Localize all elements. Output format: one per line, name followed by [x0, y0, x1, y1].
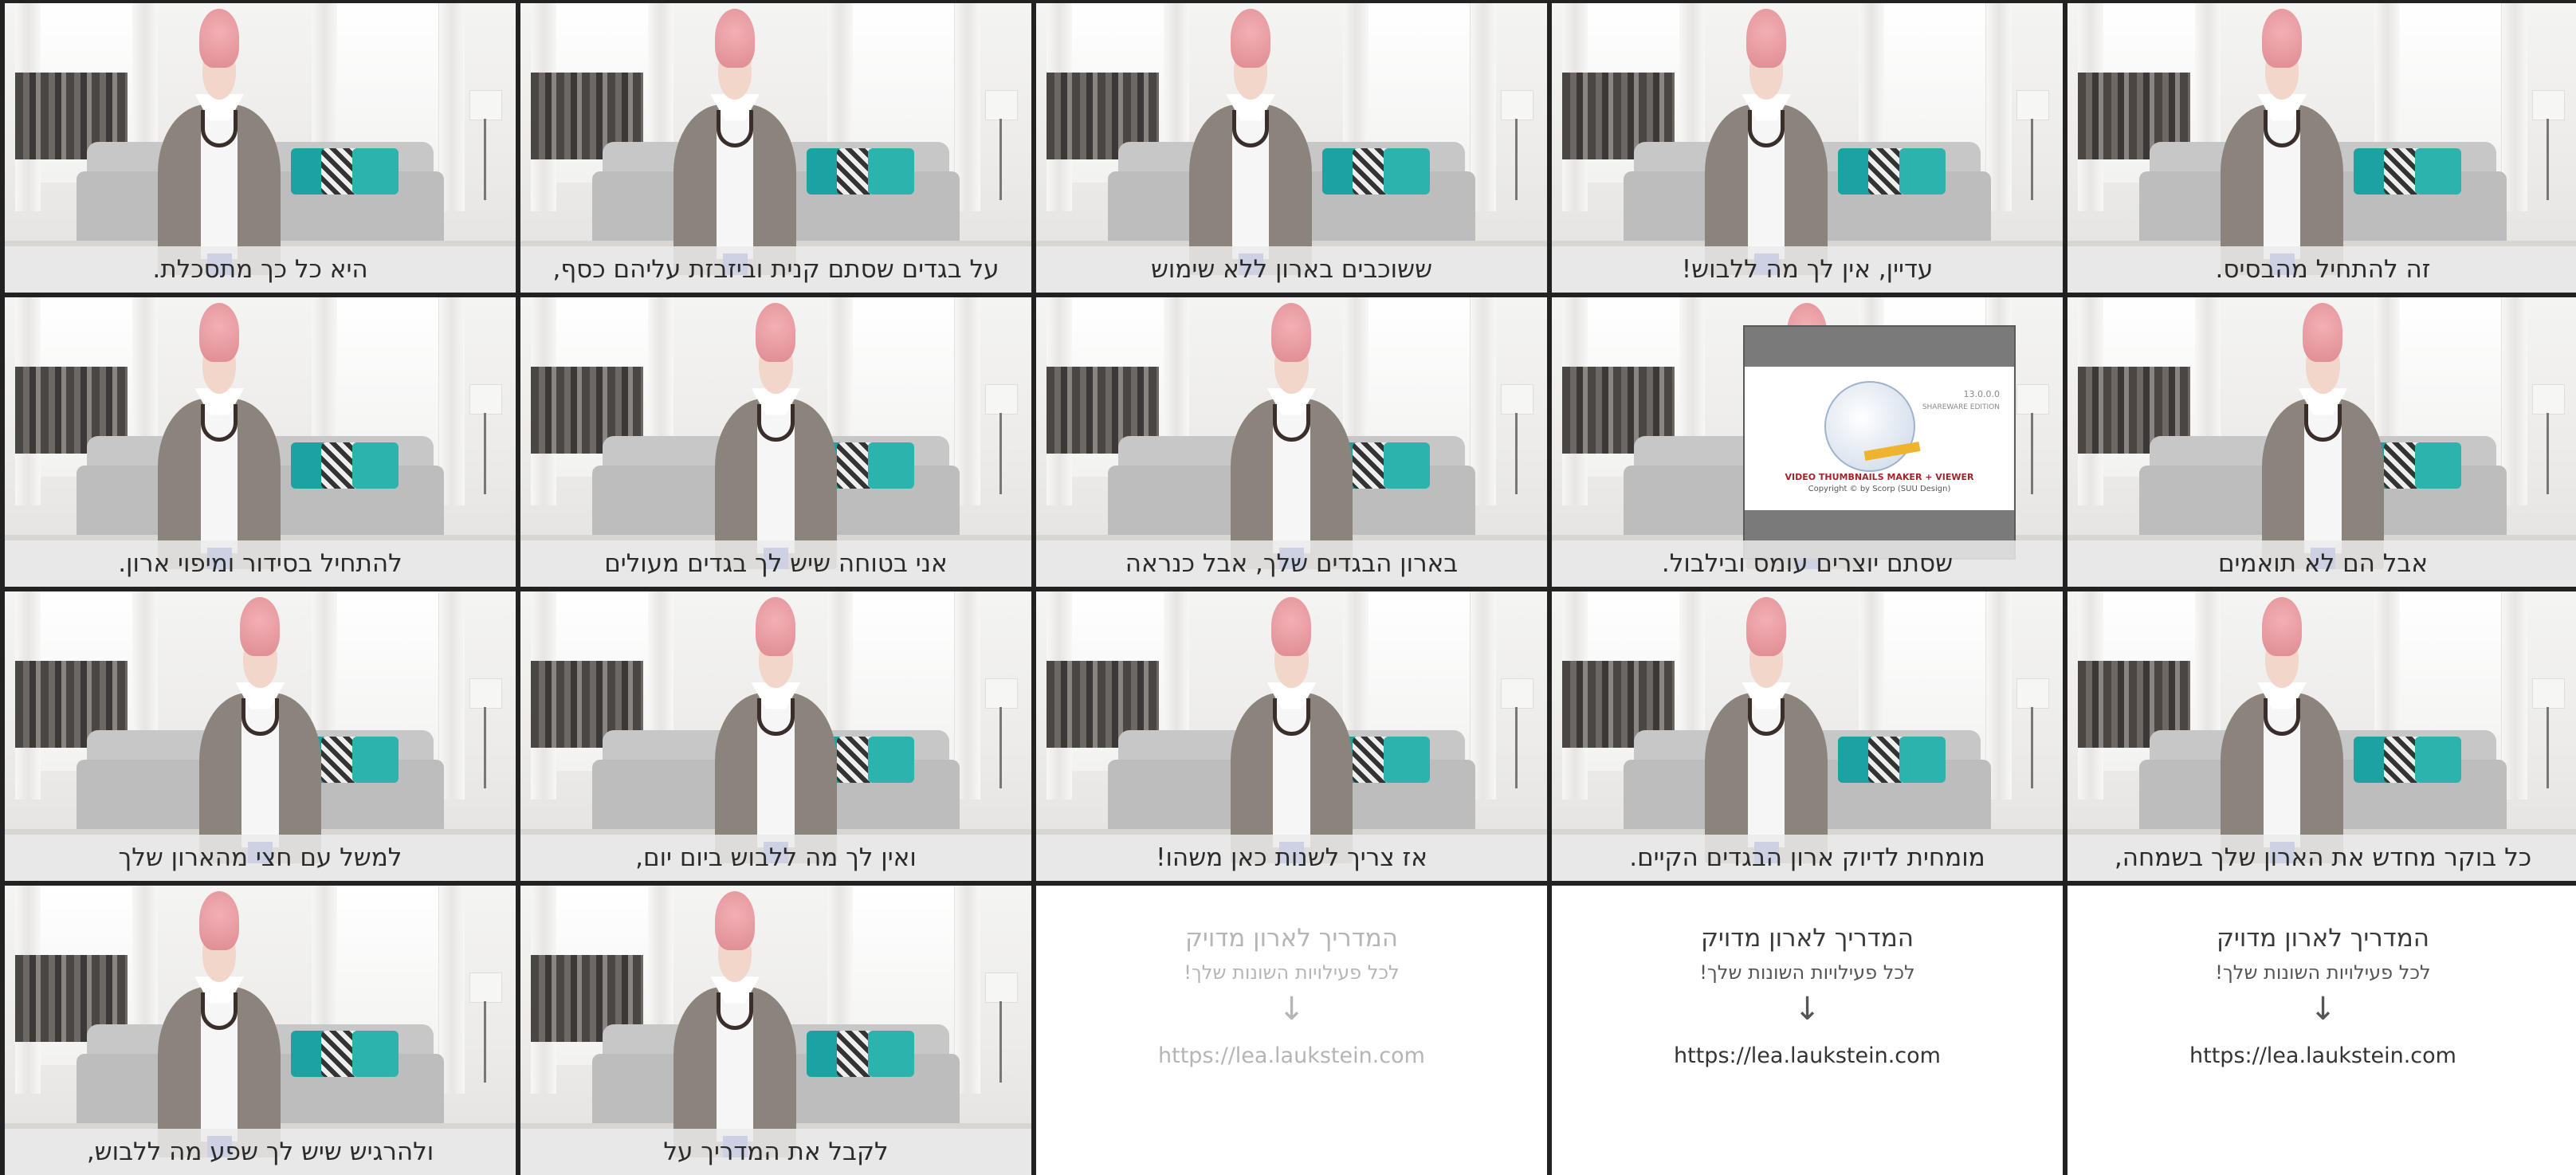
splash-edition: SHAREWARE EDITION [1922, 403, 2000, 411]
endcard: המדריך לארון מדויק לכל פעילויות השונות ש… [1552, 886, 2063, 1175]
thumbnail-17[interactable]: לקבל את המדריך על [520, 886, 1031, 1175]
thumbnail-3[interactable]: ששוכבים בארון ללא שימוש [1036, 3, 1547, 293]
thumbnail-8[interactable]: בארון הבגדים שלך, אבל כנראה [1036, 297, 1547, 587]
thumbnail-6[interactable]: להתחיל בסידור ומיפוי ארון. [5, 297, 516, 587]
presenter [2205, 597, 2358, 864]
endcard-subtitle: לכל פעילויות השונות שלך! [1699, 961, 1915, 984]
subtitle-caption: על בגדים שסתם קנית וביזבזת עליהם כסף, [520, 246, 1031, 293]
presenter [143, 9, 296, 276]
endcard-subtitle: לכל פעילויות השונות שלך! [2215, 961, 2431, 984]
subtitle-caption: ששוכבים בארון ללא שימוש [1036, 246, 1547, 293]
endcard-url: https://lea.laukstein.com [1158, 1043, 1425, 1068]
subtitle-caption: ולהרגיש שיש לך שפע מה ללבוש, [5, 1129, 516, 1175]
presenter [143, 303, 296, 570]
presenter [1215, 597, 1368, 864]
endcard: המדריך לארון מדויק לכל פעילויות השונות ש… [1036, 886, 1547, 1175]
thumbnail-11[interactable]: למשל עם חצי מהארון שלך [5, 591, 516, 881]
thumbnail-12[interactable]: ואין לך מה ללבוש ביום יום, [520, 591, 1031, 881]
splash-copyright: Copyright © by Scorp (SUU Design) [1808, 485, 1951, 493]
presenter [2246, 303, 2399, 570]
presenter [1690, 597, 1843, 864]
app-splash-overlay: 13.0.0.0 SHAREWARE EDITION VIDEO THUMBNA… [1743, 325, 2016, 560]
splash-version: 13.0.0.0 [1963, 389, 2000, 399]
endcard-subtitle: לכל פעילויות השונות שלך! [1184, 961, 1400, 984]
subtitle-caption: אני בטוחה שיש לך בגדים מעולים [520, 540, 1031, 587]
subtitle-caption: היא כל כך מתסכלת. [5, 246, 516, 293]
thumbnail-10[interactable]: אבל הם לא תואמים [2067, 297, 2576, 587]
subtitle-caption: בארון הבגדים שלך, אבל כנראה [1036, 540, 1547, 587]
thumbnail-19[interactable]: המדריך לארון מדויק לכל פעילויות השונות ש… [1552, 886, 2063, 1175]
thumbnail-20[interactable]: המדריך לארון מדויק לכל פעילויות השונות ש… [2067, 886, 2576, 1175]
arrow-down-icon: ↓ [1278, 991, 1306, 1028]
presenter [1690, 9, 1843, 276]
thumbnail-16[interactable]: ולהרגיש שיש לך שפע מה ללבוש, [5, 886, 516, 1175]
endcard-title: המדריך לארון מדויק [2216, 924, 2430, 953]
subtitle-caption: שסתם יוצרים עומס ובילבול. [1552, 540, 2063, 587]
thumbnail-7[interactable]: אני בטוחה שיש לך בגדים מעולים [520, 297, 1031, 587]
subtitle-caption: עדיין, אין לך מה ללבוש! [1552, 246, 2063, 293]
subtitle-caption: ואין לך מה ללבוש ביום יום, [520, 835, 1031, 881]
presenter [2205, 9, 2358, 276]
subtitle-caption: זה להתחיל מהבסיס. [2067, 246, 2576, 293]
subtitle-caption: אבל הם לא תואמים [2067, 540, 2576, 587]
presenter [183, 597, 336, 864]
endcard-url: https://lea.laukstein.com [2189, 1043, 2456, 1068]
thumbnail-14[interactable]: מומחית לדיוק ארון הבגדים הקיים. [1552, 591, 2063, 881]
thumbnail-18[interactable]: המדריך לארון מדויק לכל פעילויות השונות ש… [1036, 886, 1547, 1175]
subtitle-caption: מומחית לדיוק ארון הבגדים הקיים. [1552, 835, 2063, 881]
thumbnail-grid: היא כל כך מתסכלת. על בגדים שסתם קנית ובי… [0, 0, 2576, 1175]
subtitle-caption: כל בוקר מחדש את הארון שלך בשמחה, [2067, 835, 2576, 881]
subtitle-caption: להתחיל בסידור ומיפוי ארון. [5, 540, 516, 587]
arrow-down-icon: ↓ [1793, 991, 1821, 1028]
endcard-title: המדריך לארון מדויק [1700, 924, 1914, 953]
splash-brand: VIDEO THUMBNAILS MAKER + VIEWER [1785, 472, 1974, 482]
thumbnail-4[interactable]: עדיין, אין לך מה ללבוש! [1552, 3, 2063, 293]
presenter [699, 597, 852, 864]
presenter [658, 891, 811, 1158]
endcard: המדריך לארון מדויק לכל פעילויות השונות ש… [2067, 886, 2576, 1175]
presenter [699, 303, 852, 570]
thumbnail-13[interactable]: אז צריך לשנות כאן משהו! [1036, 591, 1547, 881]
thumbnail-1[interactable]: היא כל כך מתסכלת. [5, 3, 516, 293]
thumbnail-9[interactable]: 13.0.0.0 SHAREWARE EDITION VIDEO THUMBNA… [1552, 297, 2063, 587]
subtitle-caption: לקבל את המדריך על [520, 1129, 1031, 1175]
thumbnail-5[interactable]: זה להתחיל מהבסיס. [2067, 3, 2576, 293]
presenter [1215, 303, 1368, 570]
presenter [143, 891, 296, 1158]
thumbnail-2[interactable]: על בגדים שסתם קנית וביזבזת עליהם כסף, [520, 3, 1031, 293]
subtitle-caption: אז צריך לשנות כאן משהו! [1036, 835, 1547, 881]
thumbnail-15[interactable]: כל בוקר מחדש את הארון שלך בשמחה, [2067, 591, 2576, 881]
endcard-url: https://lea.laukstein.com [1674, 1043, 1941, 1068]
presenter [1174, 9, 1327, 276]
endcard-title: המדריך לארון מדויק [1184, 924, 1399, 953]
arrow-down-icon: ↓ [2309, 991, 2337, 1028]
subtitle-caption: למשל עם חצי מהארון שלך [5, 835, 516, 881]
presenter [658, 9, 811, 276]
